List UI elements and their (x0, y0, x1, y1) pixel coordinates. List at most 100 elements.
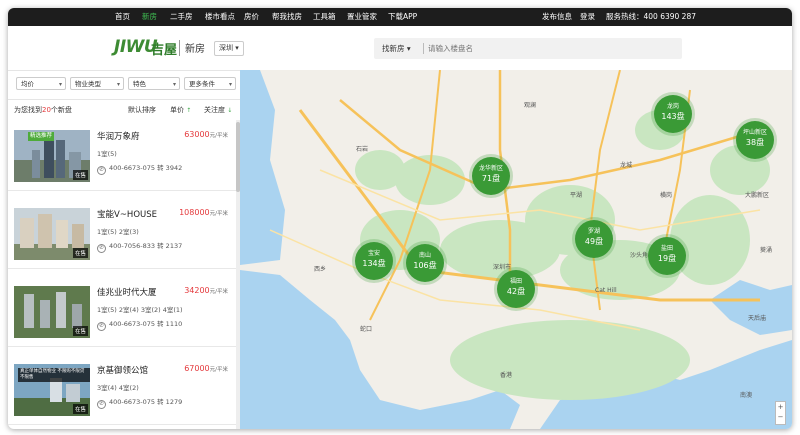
listing-photo[interactable]: 在售 (14, 208, 90, 260)
phone-icon: ✆ (97, 322, 106, 331)
search-type-label: 找新房 (382, 44, 405, 53)
map-label: 沙头角 (630, 252, 649, 259)
filter-more[interactable]: 更多条件 ▾ (184, 77, 236, 90)
results-count-text: 为您找到20个新盘 (14, 106, 72, 114)
sort-popularity-button[interactable]: 关注度 ↓ (204, 105, 232, 115)
map-zoom-control: + − (775, 401, 786, 425)
map-label: 香港 (500, 372, 513, 379)
results-header: 为您找到20个新盘 默认排序 单价 ↑ 关注度 ↓ (8, 101, 240, 119)
map-cluster-luohu[interactable]: 罗湖 49盘 (575, 220, 613, 258)
map-label: 西乡 (314, 266, 327, 273)
search-type-selector[interactable]: 找新房 ▾ (382, 38, 411, 59)
nav-prices[interactable]: 房价 (244, 8, 259, 26)
listing-name[interactable]: 京基御领公馆 (97, 364, 148, 376)
zoom-out-button[interactable]: − (776, 412, 785, 422)
listing-price: 63000元/平米 (184, 130, 228, 139)
listing-item[interactable]: 真正单体自然物业 不限购不限贷不限售 在售 京基御领公馆 67000元/平米 3… (8, 354, 236, 425)
map-cluster-futian[interactable]: 福田 42盘 (497, 270, 535, 308)
map-cluster-yantian[interactable]: 盐田 19盘 (648, 237, 686, 275)
listing-photo[interactable]: 精选推荐 在售 (14, 130, 90, 182)
city-selector[interactable]: 深圳 ▾ (214, 41, 244, 56)
listing-photo[interactable]: 真正单体自然物业 不限购不限贷不限售 在售 (14, 364, 90, 416)
top-nav-bar: 首页 新房 二手房 楼市看点 房价 帮我找房 工具箱 置业管家 下载APP 发布… (8, 8, 792, 26)
nav-butler[interactable]: 置业管家 (347, 8, 377, 26)
map-label: 深圳市 (493, 264, 512, 271)
listing-phone: ✆ 400-6673-075 转 1279 (97, 396, 182, 409)
phone-icon: ✆ (97, 244, 106, 253)
logo-divider (179, 40, 180, 56)
listing-item[interactable]: 在售 宝能V~HOUSE 108000元/平米 1室(5) 2室(3) ✆ 400… (8, 198, 236, 269)
chevron-down-icon: ▾ (235, 44, 239, 52)
nav-download-app[interactable]: 下载APP (388, 8, 417, 26)
cluster-count: 19盘 (657, 254, 677, 263)
listing-rooms: 1室(5) 2室(4) 3室(2) 4室(1) (97, 306, 183, 314)
map-cluster-longgang[interactable]: 龙岗 143盘 (654, 95, 692, 133)
chevron-down-icon: ▾ (406, 44, 411, 53)
cluster-name: 坪山新区 (742, 129, 767, 136)
nav-market-news[interactable]: 楼市看点 (205, 8, 235, 26)
listing-name[interactable]: 华润万象府 (97, 130, 140, 142)
chevron-down-icon: ▾ (116, 81, 120, 88)
map-view[interactable]: 深圳市 石岩 观澜 平湖 横岗 龙城 坪地 西乡 蛇口 沙头角 大鹏新区 香港 … (240, 70, 792, 429)
filter-label: 物业类型 (75, 80, 101, 88)
search-input[interactable] (428, 41, 648, 56)
map-label: 蛇口 (360, 326, 373, 333)
filter-property-type[interactable]: 物业类型 ▾ (70, 77, 124, 90)
listing-rooms: 3室(4) 4室(2) (97, 384, 139, 392)
chevron-down-icon: ▾ (172, 81, 176, 88)
listing-phone: ✆ 400-7056-833 转 2137 (97, 240, 182, 253)
promo-banner: 真正单体自然物业 不限购不限贷不限售 (18, 368, 90, 382)
map-label: 天后庙 (748, 315, 767, 322)
listing-photo[interactable]: 在售 (14, 286, 90, 338)
map-label: 横岗 (660, 192, 673, 199)
city-label: 深圳 (219, 44, 233, 52)
sort-price-button[interactable]: 单价 ↑ (170, 105, 191, 115)
filter-avg-price[interactable]: 均价 ▾ (16, 77, 66, 90)
map-label: 石岩 (356, 146, 369, 153)
search-box: 找新房 ▾ (374, 38, 682, 59)
featured-badge: 精选推荐 (28, 132, 55, 141)
sort-default-button[interactable]: 默认排序 (128, 105, 156, 115)
listing-list: 精选推荐 在售 华润万象府 63000元/平米 1室(5) ✆ 400-6673-… (8, 120, 236, 429)
cluster-name: 龙华新区 (478, 165, 503, 172)
nav-new-homes[interactable]: 新房 (142, 8, 157, 26)
site-logo-cn[interactable]: 吉屋 (151, 39, 177, 58)
listing-price: 34200元/平米 (184, 286, 228, 295)
cluster-name: 龙岗 (666, 103, 679, 110)
map-label: 大鹏新区 (745, 192, 770, 199)
listing-name[interactable]: 佳兆业时代大厦 (97, 286, 157, 298)
map-canvas[interactable] (240, 70, 792, 429)
map-cluster-nanshan[interactable]: 南山 106盘 (406, 244, 444, 282)
phone-icon: ✆ (97, 166, 106, 175)
filter-features[interactable]: 特色 ▾ (128, 77, 180, 90)
arrow-down-icon: ↓ (227, 107, 233, 114)
filter-label: 更多条件 (189, 80, 215, 88)
cluster-count: 106盘 (413, 261, 437, 270)
listing-rooms: 1室(5) 2室(3) (97, 228, 139, 236)
nav-publish[interactable]: 发布信息 (542, 8, 572, 26)
cluster-name: 罗湖 (587, 228, 600, 235)
listing-item[interactable]: 精选推荐 在售 华润万象府 63000元/平米 1室(5) ✆ 400-6673-… (8, 120, 236, 191)
listing-phone: ✆ 400-6673-075 转 3942 (97, 162, 182, 175)
listing-item[interactable]: 在售 佳兆业时代大厦 34200元/平米 1室(5) 2室(4) 3室(2) 4… (8, 276, 236, 347)
nav-home[interactable]: 首页 (115, 8, 130, 26)
cluster-name: 南山 (418, 252, 431, 259)
nav-hotline: 服务热线：400 6390 287 (606, 12, 696, 21)
nav-second-hand[interactable]: 二手房 (170, 8, 193, 26)
phone-icon: ✆ (97, 400, 106, 409)
listing-name[interactable]: 宝能V~HOUSE (97, 208, 157, 220)
filter-label: 均价 (21, 80, 34, 88)
listing-price: 67000元/平米 (184, 364, 228, 373)
nav-login[interactable]: 登录 (580, 8, 595, 26)
nav-toolbox[interactable]: 工具箱 (313, 8, 336, 26)
search-divider (423, 43, 424, 54)
map-cluster-longhua[interactable]: 龙华新区 71盘 (472, 157, 510, 195)
cluster-name: 盐田 (660, 245, 673, 252)
listing-rooms: 1室(5) (97, 150, 117, 158)
cluster-count: 42盘 (506, 287, 526, 296)
zoom-in-button[interactable]: + (776, 402, 785, 412)
map-cluster-pingshan[interactable]: 坪山新区 38盘 (736, 121, 774, 159)
map-cluster-baoan[interactable]: 宝安 134盘 (355, 242, 393, 280)
status-badge: 在售 (72, 170, 88, 180)
nav-find-home[interactable]: 帮我找房 (272, 8, 302, 26)
